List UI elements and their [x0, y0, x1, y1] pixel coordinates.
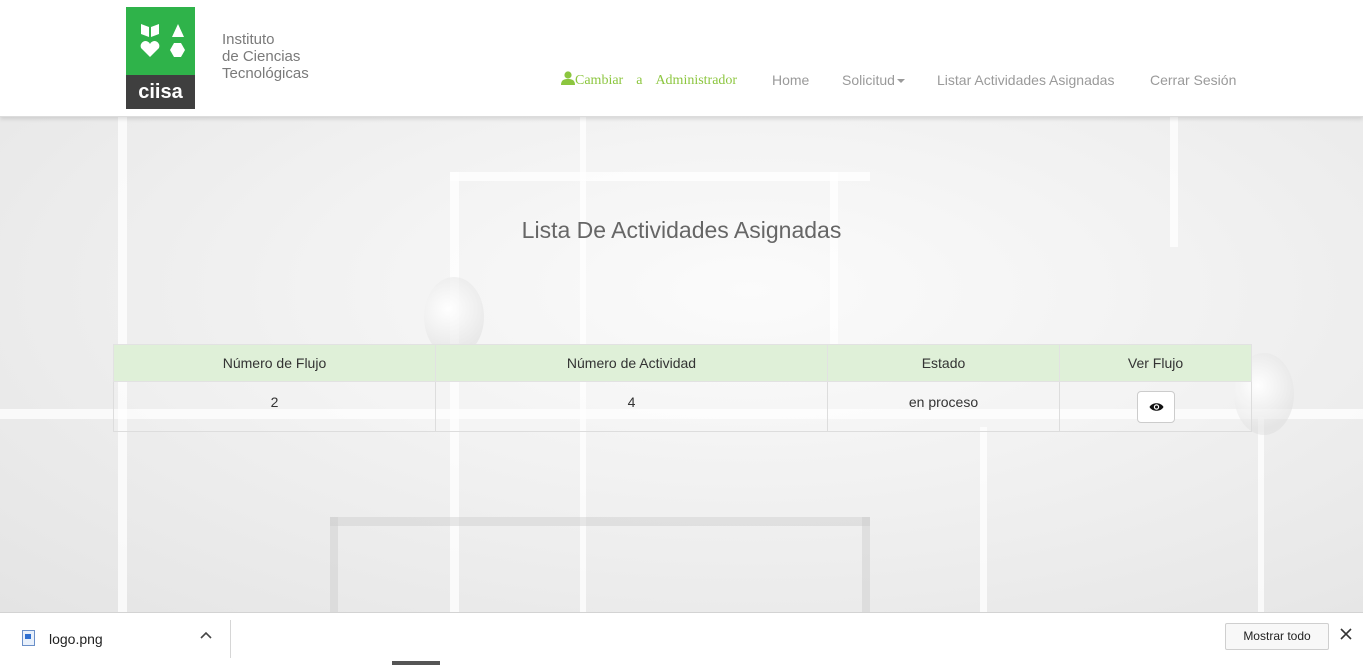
- column-header: Número de Flujo: [113, 344, 436, 382]
- table-row: 2 4 en proceso: [113, 381, 1252, 432]
- table-header-row: Número de Flujo Número de Actividad Esta…: [113, 344, 1252, 382]
- ciisa-logo[interactable]: ciisa: [126, 7, 195, 109]
- view-flow-button[interactable]: [1136, 391, 1175, 423]
- institution-name-line: de Ciencias: [222, 48, 301, 65]
- nav-home[interactable]: Home: [772, 72, 809, 88]
- column-header: Número de Actividad: [435, 344, 828, 382]
- nav-listar-actividades[interactable]: Listar Actividades Asignadas: [937, 72, 1114, 88]
- divider: [230, 620, 231, 658]
- chevron-up-icon[interactable]: [200, 631, 212, 639]
- logo-brand-text: ciisa: [126, 75, 195, 109]
- show-all-downloads-button[interactable]: Mostrar todo: [1225, 623, 1329, 650]
- caret-down-icon: [896, 79, 905, 84]
- institution-name-line: Instituto: [222, 31, 275, 48]
- activities-table: Número de Flujo Número de Actividad Esta…: [113, 344, 1252, 432]
- admin-link-word: a: [636, 73, 643, 88]
- nav-solicitud-label: Solicitud: [842, 72, 895, 88]
- top-navbar: ciisa Instituto de Ciencias Tecnológicas…: [0, 0, 1363, 117]
- close-icon[interactable]: [1340, 628, 1352, 640]
- download-bar: logo.png Mostrar todo: [0, 612, 1363, 665]
- cell-estado: en proceso: [827, 381, 1060, 432]
- cell-flujo: 2: [113, 381, 436, 432]
- admin-link-word: Cambiar: [575, 73, 624, 88]
- nav-solicitud-dropdown[interactable]: Solicitud: [842, 72, 905, 88]
- institution-name-line: Tecnológicas: [222, 65, 309, 82]
- image-file-icon: [22, 630, 35, 646]
- user-icon: [561, 71, 575, 85]
- column-header: Ver Flujo: [1059, 344, 1252, 382]
- nav-cerrar-sesion[interactable]: Cerrar Sesión: [1150, 72, 1236, 88]
- cell-actividad: 4: [435, 381, 828, 432]
- page-title: Lista De Actividades Asignadas: [521, 217, 842, 243]
- download-file-name: logo.png: [49, 631, 103, 647]
- admin-link-word: Administrador: [655, 73, 738, 88]
- switch-to-admin-link[interactable]: Cambiar a Administrador: [561, 71, 737, 89]
- download-progress-indicator: [392, 661, 440, 665]
- logo-shapes-icon: [126, 7, 195, 75]
- cell-ver-flujo: [1059, 381, 1252, 432]
- column-header: Estado: [827, 344, 1060, 382]
- eye-icon: [1149, 403, 1163, 411]
- institution-name: Instituto de Ciencias Tecnológicas: [222, 31, 309, 82]
